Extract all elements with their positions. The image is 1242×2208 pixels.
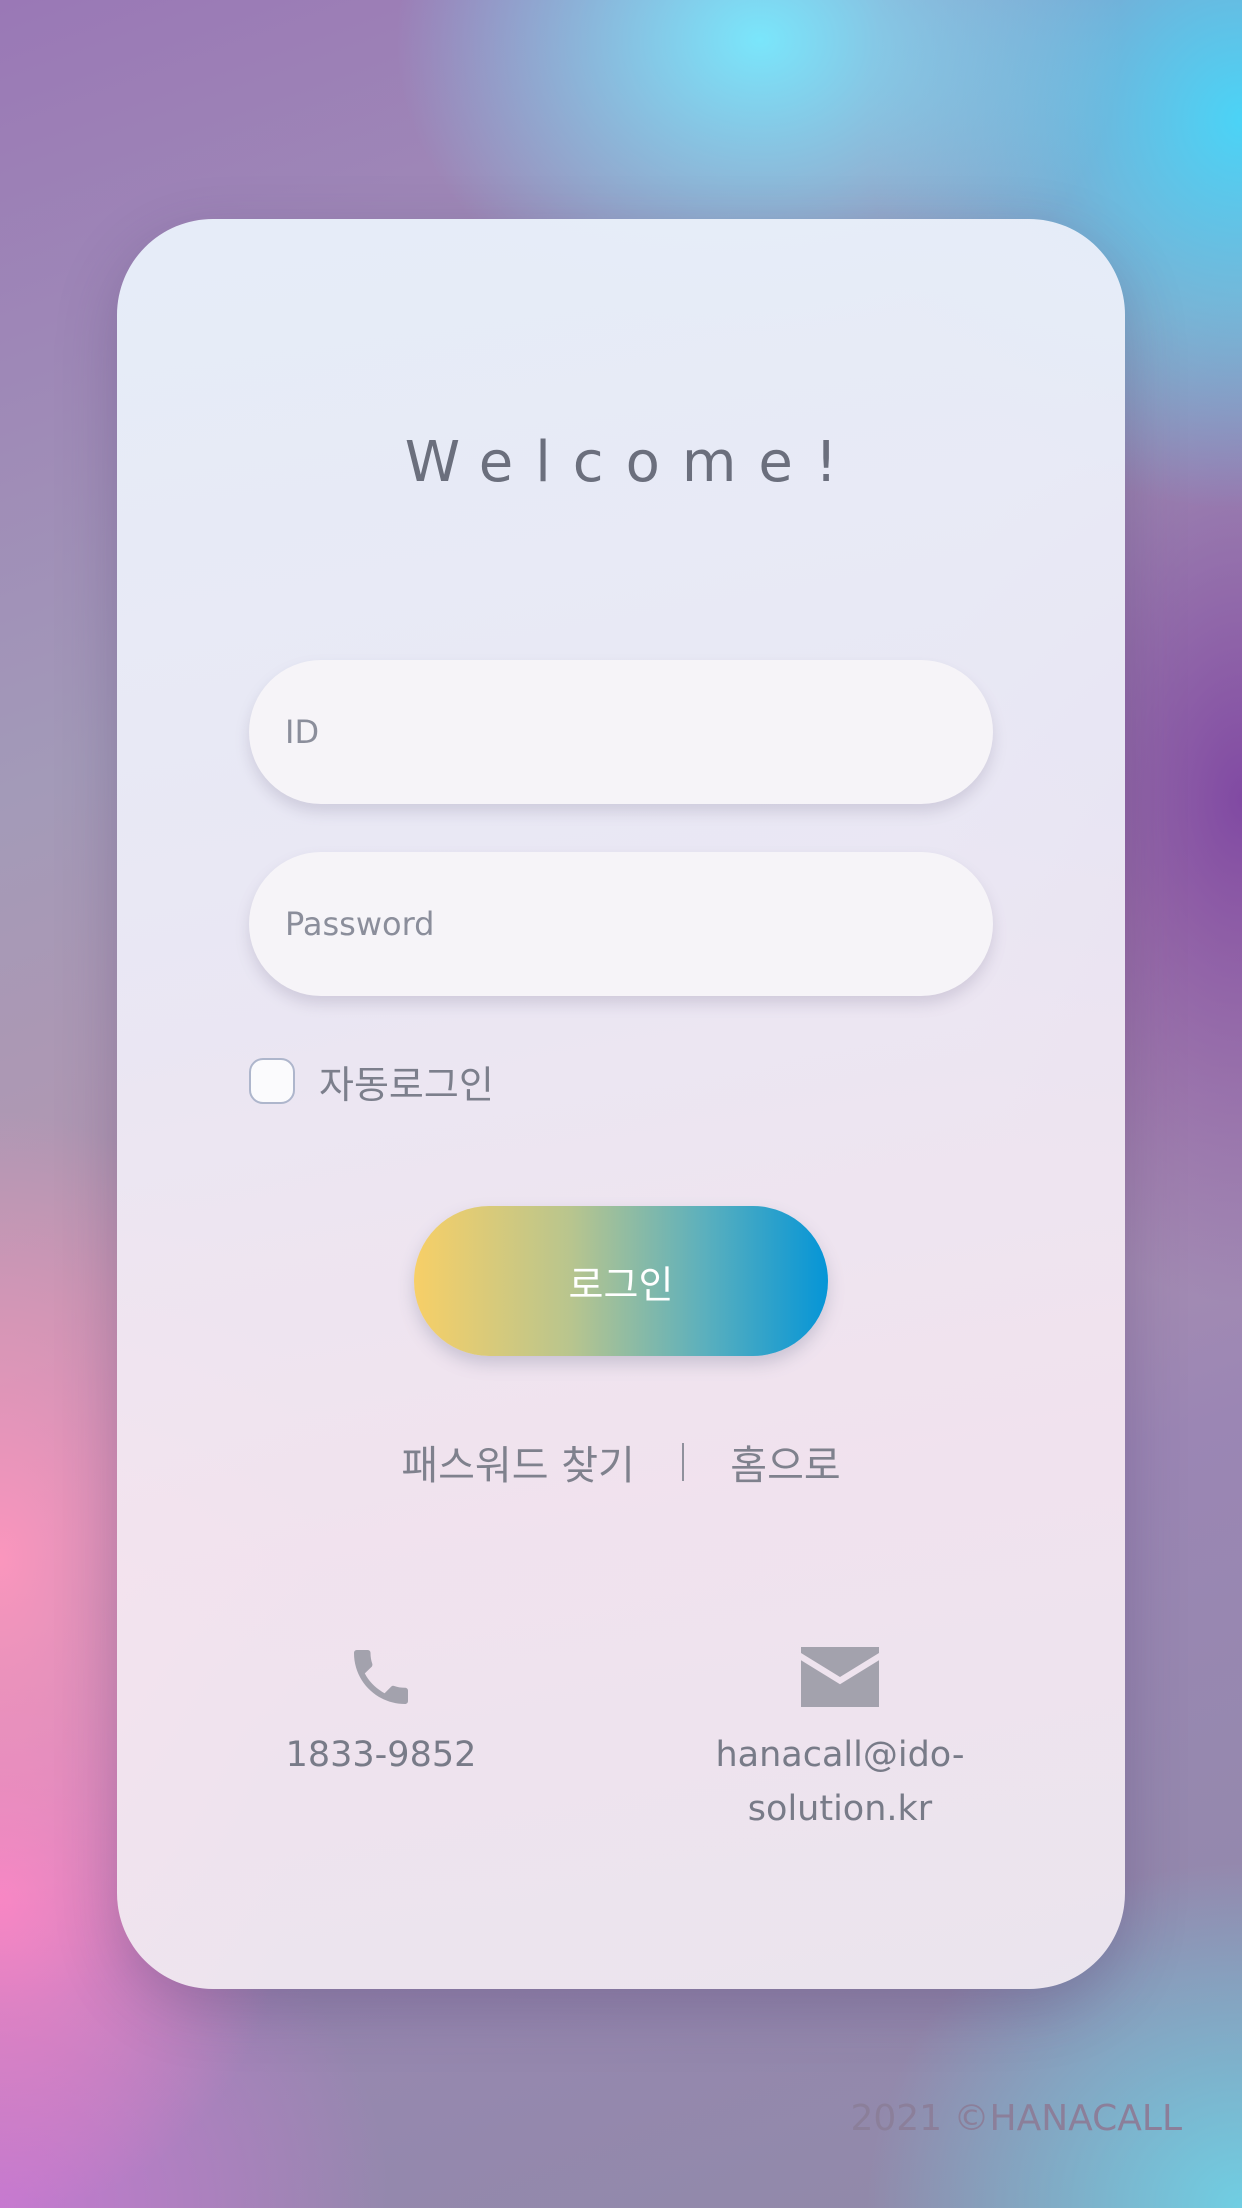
email-line-1: hanacall@ido- — [715, 1735, 965, 1775]
id-input[interactable] — [285, 660, 993, 804]
phone-number: 1833-9852 — [285, 1735, 477, 1775]
password-input[interactable] — [285, 852, 993, 996]
home-link[interactable]: 홈으로 — [730, 1433, 840, 1491]
footer-links: 패스워드 찾기 홈으로 — [117, 1433, 1125, 1491]
link-divider — [681, 1443, 684, 1481]
login-card: Welcome! 자동로그인 로그인 패스워드 찾기 홈으로 1833-9852… — [117, 219, 1125, 1989]
mail-icon — [675, 1640, 1005, 1714]
find-password-link[interactable]: 패스워드 찾기 — [401, 1433, 635, 1491]
email-line-2: solution.kr — [747, 1789, 933, 1829]
contact-email[interactable]: hanacall@ido- solution.kr — [675, 1640, 1005, 1836]
id-field[interactable] — [249, 660, 993, 804]
auto-login-checkbox[interactable] — [249, 1058, 295, 1104]
welcome-title: Welcome! — [404, 430, 860, 495]
copyright-text: 2021 ©HANACALL — [850, 2098, 1182, 2139]
login-button[interactable]: 로그인 — [414, 1206, 828, 1356]
contact-phone[interactable]: 1833-9852 — [249, 1640, 513, 1782]
auto-login-option[interactable]: 자동로그인 — [249, 1056, 494, 1107]
auto-login-label: 자동로그인 — [319, 1062, 494, 1107]
password-field[interactable] — [249, 852, 993, 996]
phone-icon — [249, 1640, 513, 1714]
